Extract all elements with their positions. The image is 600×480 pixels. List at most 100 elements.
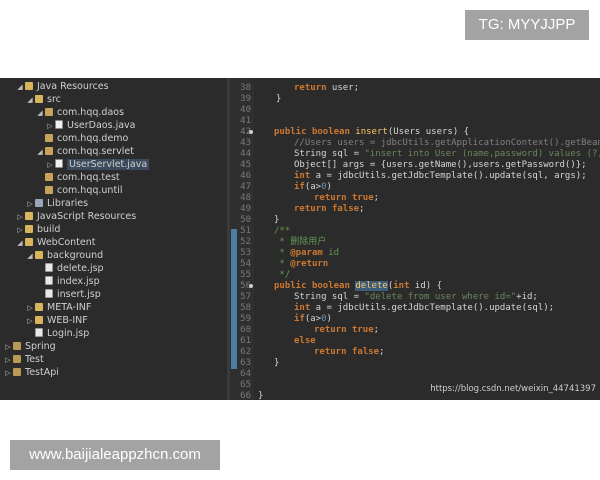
tree-item-meta-inf[interactable]: ▷ META-INF [26, 301, 91, 314]
tree-item-build[interactable]: ▷ build [16, 223, 60, 236]
line-number: 65 [240, 380, 251, 390]
package-icon [45, 134, 53, 142]
tree-item-web-inf[interactable]: ▷ WEB-INF [26, 314, 87, 327]
javascript-resources-icon [25, 212, 33, 220]
tree-item-delete-jsp[interactable]: delete.jsp [36, 262, 104, 275]
line-number: 55 [240, 270, 251, 280]
jsp-file-icon [35, 328, 43, 337]
code-line-52: * 删除用户 [274, 237, 327, 247]
expanded-arrow-icon[interactable]: ◢ [16, 81, 24, 94]
tree-item-userdaos-java[interactable]: ▷ UserDaos.java [46, 119, 135, 132]
line-number: 63 [240, 358, 251, 368]
project-explorer: ◢ Java Resources ◢ src ◢ com.hqq.daos ▷ User… [0, 78, 227, 400]
expanded-arrow-icon[interactable]: ◢ [26, 250, 34, 263]
code-line-44: String sql = "insert into User (name,pas… [294, 149, 600, 159]
csdn-watermark: https://blog.csdn.net/weixin_44741397 [430, 384, 596, 394]
tree-item-index-jsp[interactable]: index.jsp [36, 275, 100, 288]
line-number: 59 [240, 314, 251, 324]
jsp-file-icon [45, 289, 53, 298]
watermark-top: TG: MYYJJPP [465, 10, 589, 40]
code-line-62: return false; [314, 347, 385, 357]
line-number: 52 [240, 237, 251, 247]
line-number: 41 [240, 116, 251, 126]
line-number: 54 [240, 259, 251, 269]
jsp-file-icon [45, 263, 53, 272]
line-number: 49 [240, 204, 251, 214]
code-line-56: public boolean delete(int id) { [274, 281, 443, 291]
code-line-59: if(a>0) [294, 314, 332, 324]
code-line-38: return user; [294, 83, 360, 93]
folder-icon [25, 238, 33, 246]
line-number: 47 [240, 182, 251, 192]
folder-icon [35, 316, 43, 324]
code-line-55: */ [274, 270, 291, 280]
tree-item-testapi[interactable]: ▷ TestApi [4, 366, 59, 379]
code-line-61: else [294, 336, 316, 346]
jsp-file-icon [45, 276, 53, 285]
java-file-icon [55, 159, 63, 168]
java-resources-icon [25, 82, 33, 90]
code-line-57: String sql = "delete from user where id=… [294, 292, 538, 302]
code-line-46: int a = jdbcUtils.getJdbcTemplate().upda… [294, 171, 587, 181]
line-number: 45 [240, 160, 251, 170]
folder-icon [35, 303, 43, 311]
tree-item-webcontent[interactable]: ◢ WebContent [16, 236, 95, 250]
code-line-49: return false; [294, 204, 365, 214]
tree-item-libraries[interactable]: ▷ Libraries [26, 197, 88, 210]
tree-item-com-hqq-demo[interactable]: com.hqq.demo [36, 132, 128, 145]
line-number: 62 [240, 347, 251, 357]
tree-item-insert-jsp[interactable]: insert.jsp [36, 288, 101, 301]
code-line-43: //Users users = jdbcUtils.getApplication… [294, 138, 600, 148]
package-icon [45, 108, 53, 116]
line-number: 64 [240, 369, 251, 379]
expanded-arrow-icon[interactable]: ◢ [36, 107, 44, 120]
line-number: 57 [240, 292, 251, 302]
tree-item-spring[interactable]: ▷ Spring [4, 340, 55, 353]
line-number: 39 [240, 94, 251, 104]
tree-item-test[interactable]: ▷ Test [4, 353, 43, 366]
project-icon [13, 355, 21, 363]
tree-item-com-hqq-servlet[interactable]: ◢ com.hqq.servlet [36, 145, 134, 158]
library-icon [35, 199, 43, 207]
line-number: 44 [240, 149, 251, 159]
line-number: 61 [240, 336, 251, 346]
line-number: 38 [240, 83, 251, 93]
line-number: 66 [240, 391, 251, 400]
tree-item-com-hqq-until[interactable]: com.hqq.until [36, 184, 122, 197]
tree-item-java-resources[interactable]: ◢ Java Resources [16, 80, 108, 94]
project-icon [13, 342, 21, 350]
tree-item-login-jsp[interactable]: Login.jsp [26, 327, 89, 340]
code-line-47: if(a>0) [294, 182, 332, 192]
package-icon [45, 186, 53, 194]
code-line-66: } [258, 391, 264, 400]
breakpoint-marker-icon[interactable] [249, 130, 253, 134]
code-line-39: } [276, 94, 282, 104]
line-number: 48 [240, 193, 251, 203]
line-number: 58 [240, 303, 251, 313]
folder-icon [25, 225, 33, 233]
tree-item-com-hqq-daos[interactable]: ◢ com.hqq.daos [36, 106, 124, 119]
code-line-58: int a = jdbcUtils.getJdbcTemplate().upda… [294, 303, 555, 313]
code-editor[interactable]: return user; } public boolean insert(Use… [258, 78, 600, 400]
java-file-icon [55, 120, 63, 129]
breakpoint-marker-icon[interactable] [249, 284, 253, 288]
code-line-60: return true; [314, 325, 380, 335]
expanded-arrow-icon[interactable]: ◢ [36, 146, 44, 159]
collapsed-arrow-icon[interactable]: ▷ [4, 367, 12, 380]
tree-item-com-hqq-test[interactable]: com.hqq.test [36, 171, 120, 184]
code-line-53: * @param id [274, 248, 340, 258]
expanded-arrow-icon[interactable]: ◢ [16, 237, 24, 250]
code-line-63: } [274, 358, 280, 368]
code-line-50: } [274, 215, 280, 225]
line-number: 51 [240, 226, 251, 236]
tree-item-background[interactable]: ◢ background [26, 249, 103, 262]
package-icon [45, 147, 53, 155]
expanded-arrow-icon[interactable]: ◢ [26, 94, 34, 107]
tree-item-javascript-resources[interactable]: ▷ JavaScript Resources [16, 210, 136, 223]
folder-icon [35, 95, 43, 103]
ide-window: ◢ Java Resources ◢ src ◢ com.hqq.daos ▷ User… [0, 78, 600, 400]
project-icon [13, 368, 21, 376]
tree-item-userservlet-java[interactable]: ▷ UserServlet.java [46, 158, 150, 171]
line-number: 43 [240, 138, 251, 148]
tree-item-src[interactable]: ◢ src [26, 93, 61, 106]
